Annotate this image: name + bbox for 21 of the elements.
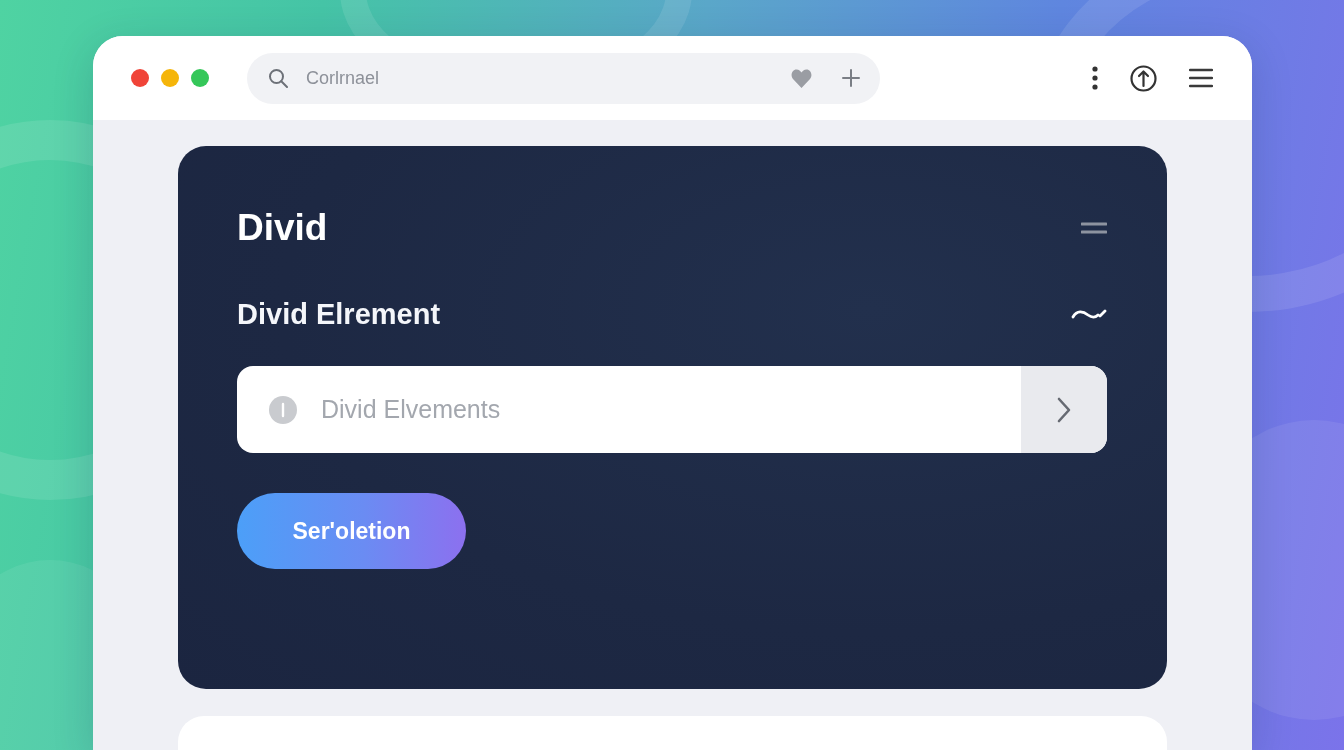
search-icon — [268, 68, 288, 88]
tilde-icon[interactable] — [1071, 308, 1107, 320]
arrow-up-circle-icon[interactable] — [1130, 64, 1157, 92]
window-control-dot[interactable] — [161, 69, 179, 87]
address-bar[interactable]: Corlrnael — [247, 52, 880, 104]
menu-icon[interactable] — [1189, 68, 1213, 88]
card-subtitle: Divid Elrement — [237, 297, 441, 332]
info-icon — [269, 395, 297, 424]
chevron-right-icon — [1057, 396, 1071, 423]
input-field[interactable]: Divid Elvements — [237, 366, 1107, 453]
window-control-dot[interactable] — [191, 69, 209, 87]
text-input[interactable]: Divid Elvements — [321, 379, 1021, 440]
plus-icon[interactable] — [842, 69, 860, 87]
card-title: Divid — [237, 206, 328, 250]
menu-icon[interactable] — [1081, 222, 1107, 234]
address-field[interactable]: Corlrnael — [306, 58, 773, 98]
primary-button[interactable]: Ser'oletion — [237, 493, 466, 569]
kebab-menu-icon[interactable] — [1092, 66, 1098, 90]
heart-icon[interactable] — [791, 68, 812, 88]
go-button[interactable] — [1021, 366, 1107, 453]
window-control-dot[interactable] — [131, 69, 149, 87]
